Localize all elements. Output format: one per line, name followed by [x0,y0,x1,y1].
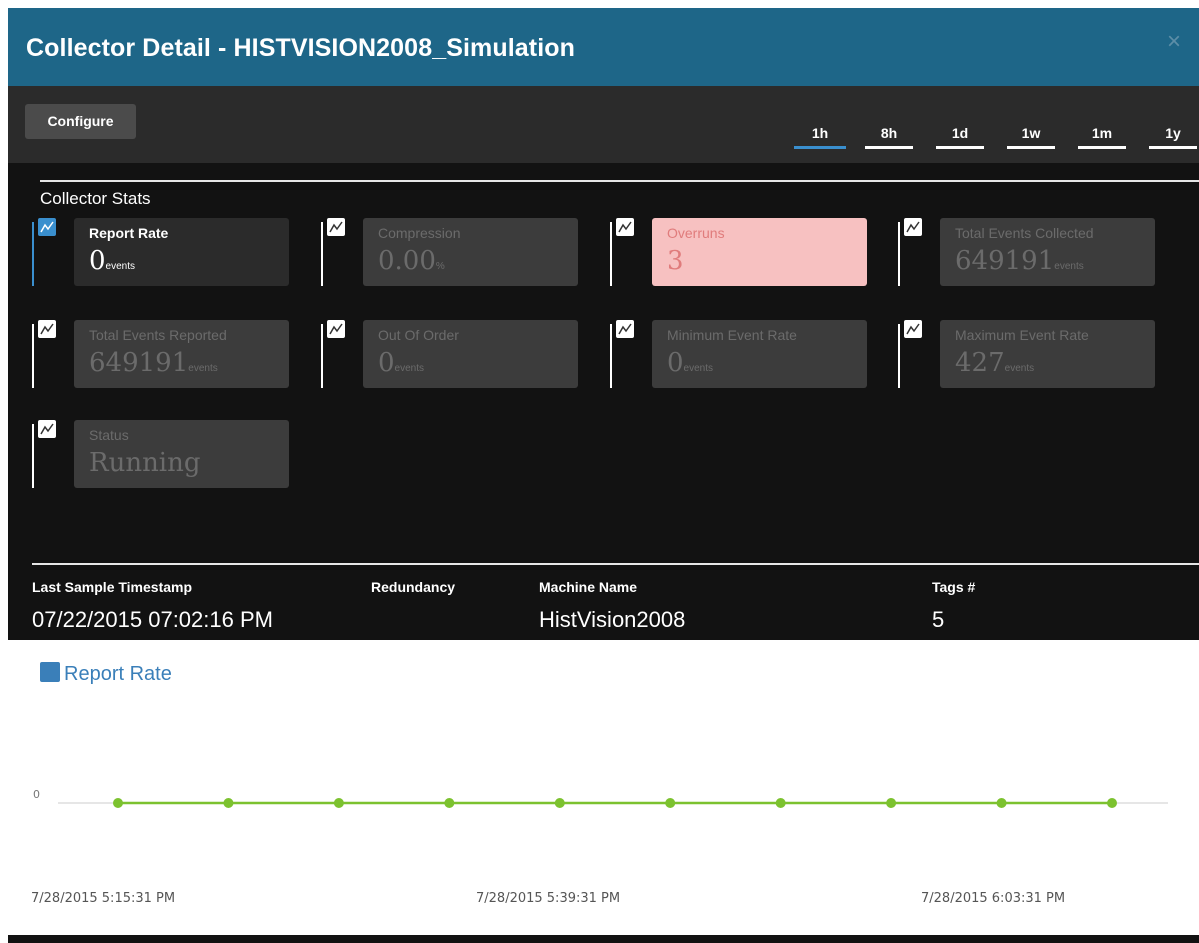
stat-card-marker [898,324,900,388]
collector-stats-title: Collector Stats [40,189,151,208]
machine-name-label: Machine Name [539,579,638,595]
tags-count-value: 5 [932,607,945,632]
stat-card[interactable]: Total Events Collected 649191events [898,218,1188,290]
stat-card-body: Compression 0.00% [363,218,578,286]
stat-number: 0.00 [378,246,436,276]
close-icon[interactable]: × [1167,30,1181,54]
stat-unit: events [1054,261,1084,272]
section-divider-top [40,180,1199,182]
stat-value: 649191events [89,348,218,378]
stat-label: Minimum Event Rate [667,327,797,343]
stat-number: 649191 [89,348,189,378]
stat-card-body: Status Running [74,420,289,488]
stat-card-marker [32,324,34,388]
dialog-toolbar: Configure 1h 8h 1d 1w 1m 1y [8,86,1199,163]
stat-label: Total Events Reported [89,327,227,343]
stat-card[interactable]: Compression 0.00% [321,218,611,290]
machine-name-value: HistVision2008 [539,607,686,632]
chart-icon[interactable] [904,218,922,236]
x-axis-tick-label: 7/28/2015 5:15:31 PM [31,891,176,906]
y-axis-tick-label: 0 [33,788,40,801]
stat-card-body: Minimum Event Rate 0events [652,320,867,388]
stat-card[interactable]: Overruns 3 [610,218,900,290]
stat-value: 0events [667,348,713,378]
stat-unit: events [188,363,218,374]
redundancy-label: Redundancy [371,579,456,595]
stat-unit: events [394,363,425,374]
stat-card[interactable]: Status Running [32,420,322,492]
stat-card-body: Overruns 3 [652,218,867,286]
stat-card-body: Out Of Order 0events [363,320,578,388]
stat-number: 3 [667,246,684,276]
stat-number: Running [89,448,201,478]
stat-value: 0events [89,246,135,276]
stat-unit: events [1004,363,1035,374]
x-axis-tick-label: 7/28/2015 5:39:31 PM [476,891,621,906]
range-tab-1h[interactable]: 1h [794,124,846,149]
stat-value: 3 [667,246,684,276]
chart-title: Report Rate [40,662,172,686]
stat-card[interactable]: Total Events Reported 649191events [32,320,322,392]
stat-card[interactable]: Minimum Event Rate 0events [610,320,900,392]
stat-label: Compression [378,225,461,241]
stat-unit: events [683,363,714,374]
stat-number: 0 [667,348,684,378]
stat-card-marker [32,222,34,286]
chart-icon[interactable] [904,320,922,338]
range-tab-1y[interactable]: 1y [1149,124,1197,149]
stat-card-marker [32,424,34,488]
chart-icon[interactable] [38,420,56,438]
stat-value: 427events [955,348,1034,378]
stat-card[interactable]: Out Of Order 0events [321,320,611,392]
range-tab-1d[interactable]: 1d [936,124,984,149]
chart-icon[interactable] [327,218,345,236]
dialog-title: Collector Detail - HISTVISION2008_Simula… [26,34,575,62]
stat-card-body: Maximum Event Rate 427events [940,320,1155,388]
chart-icon[interactable] [38,320,56,338]
stat-label: Total Events Collected [955,225,1094,241]
stat-value: Running [89,448,201,478]
stat-card-body: Total Events Collected 649191events [940,218,1155,286]
stat-card[interactable]: Report Rate 0events [32,218,322,290]
range-tab-1w[interactable]: 1w [1007,124,1055,149]
section-divider-bottom [32,563,1199,565]
stat-number: 0 [378,348,395,378]
tags-count-label: Tags # [932,579,976,595]
stat-number: 427 [955,348,1005,378]
stat-card-marker [321,222,323,286]
chart-icon[interactable] [38,218,56,236]
chart-icon [40,662,60,682]
chart-icon[interactable] [616,218,634,236]
stat-value: 0.00% [378,246,445,276]
stat-label: Out Of Order [378,327,459,343]
stat-number: 0 [89,246,106,276]
stat-card-marker [610,324,612,388]
stat-card-marker [321,324,323,388]
last-sample-value: 07/22/2015 07:02:16 PM [32,607,273,632]
chart-title-text: Report Rate [64,663,172,685]
stat-card[interactable]: Maximum Event Rate 427events [898,320,1188,392]
chart-icon[interactable] [616,320,634,338]
stat-label: Status [89,427,129,443]
stat-value: 0events [378,348,424,378]
stat-number: 649191 [955,246,1055,276]
range-tab-8h[interactable]: 8h [865,124,913,149]
stat-card-marker [610,222,612,286]
stat-card-body: Report Rate 0events [74,218,289,286]
x-axis-tick-label: 7/28/2015 6:03:31 PM [921,891,1066,906]
stat-label: Report Rate [89,225,169,241]
last-sample-label: Last Sample Timestamp [32,579,193,595]
stat-value: 649191events [955,246,1084,276]
stat-card-body: Total Events Reported 649191events [74,320,289,388]
chart-icon[interactable] [327,320,345,338]
dialog-title-bar: Collector Detail - HISTVISION2008_Simula… [8,8,1199,86]
configure-button[interactable]: Configure [25,104,136,139]
stat-unit: % [435,261,445,272]
stat-label: Maximum Event Rate [955,327,1089,343]
stat-card-marker [898,222,900,286]
range-tab-1m[interactable]: 1m [1078,124,1126,149]
stat-label: Overruns [667,225,725,241]
stat-unit: events [105,261,136,272]
